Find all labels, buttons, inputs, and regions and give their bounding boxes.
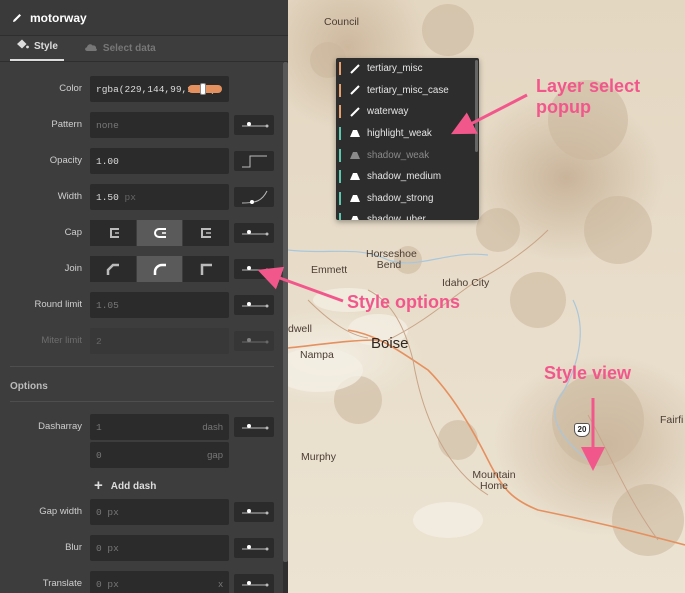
annotation-style-view: Style view	[544, 363, 632, 383]
annotation-popup: Layer select popup	[536, 76, 641, 117]
annotation-style-options: Style options	[347, 292, 461, 312]
